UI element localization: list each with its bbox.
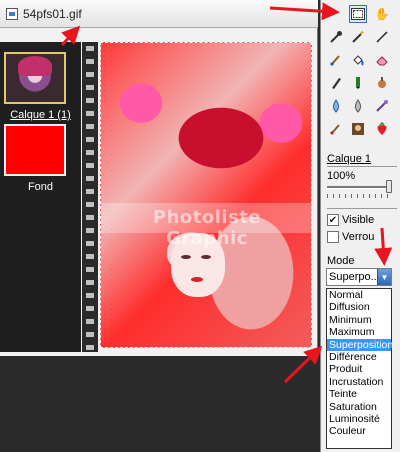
mode-option[interactable]: Superposition xyxy=(327,338,393,351)
mode-option[interactable]: Incrustation xyxy=(327,376,391,388)
strawberry-icon[interactable] xyxy=(373,120,391,138)
tools-panel: ✋ xyxy=(320,0,400,150)
opacity-value: 100% xyxy=(327,170,356,182)
mode-options-list[interactable]: Normal Diffusion Minimum Maximum Superpositi… xyxy=(326,288,393,449)
mode-option[interactable]: Minimum xyxy=(327,314,391,326)
document-title: 54pfs01.gif xyxy=(23,7,82,21)
visible-label: Visible xyxy=(342,214,375,226)
marker-icon[interactable] xyxy=(349,74,367,92)
opacity-slider-thumb[interactable] xyxy=(386,180,392,193)
brush2-icon[interactable] xyxy=(327,120,345,138)
drop-icon[interactable] xyxy=(327,97,345,115)
mode-option[interactable]: Luminosité xyxy=(327,413,391,425)
visible-checkbox[interactable]: ✔ xyxy=(327,214,339,226)
document-icon xyxy=(6,8,18,20)
lock-label: Verrou xyxy=(342,231,375,243)
layer-thumbnail-fond[interactable] xyxy=(4,124,66,176)
magic-wand-icon[interactable] xyxy=(349,28,367,46)
burn-icon[interactable] xyxy=(373,97,391,115)
lock-checkbox-row[interactable]: Verrou xyxy=(327,231,374,243)
layer-properties-panel: Calque 1 100% ✔ Visible Verrou Mode Supe… xyxy=(320,150,400,452)
layer-name-label: Calque 1 xyxy=(327,153,372,165)
mode-dropdown-value: Superpo... xyxy=(329,271,380,283)
document-window: 54pfs01.gif Calque 1 (1) Fond Photoliste… xyxy=(0,0,318,356)
fill-icon[interactable] xyxy=(349,51,367,69)
mode-option[interactable]: Teinte xyxy=(327,388,391,400)
mode-option[interactable]: Saturation xyxy=(327,401,391,413)
visible-checkbox-row[interactable]: ✔ Visible xyxy=(327,214,374,226)
mode-option[interactable]: Produit xyxy=(327,363,391,375)
watermark-text: Photoliste Graphic xyxy=(152,207,262,249)
mode-option[interactable]: Maximum xyxy=(327,326,391,338)
layers-strip: Calque 1 (1) Fond xyxy=(0,42,81,352)
mode-option[interactable]: Couleur xyxy=(327,425,391,437)
mode-dropdown[interactable]: Superpo... ▼ xyxy=(326,268,392,286)
eraser-icon[interactable] xyxy=(373,51,391,69)
smudge-icon[interactable] xyxy=(373,74,391,92)
mode-option[interactable]: Normal xyxy=(327,289,391,301)
layer-thumbnail-calque-1[interactable] xyxy=(4,52,66,104)
portrait-icon[interactable] xyxy=(349,120,367,138)
divider xyxy=(327,208,397,209)
layer-label-fond[interactable]: Fond xyxy=(0,181,81,193)
opacity-slider-ticks xyxy=(327,194,389,198)
document-titlebar: 54pfs01.gif xyxy=(0,0,318,28)
brush-icon[interactable] xyxy=(327,51,345,69)
chevron-down-icon[interactable]: ▼ xyxy=(377,269,391,285)
opacity-slider-track[interactable] xyxy=(327,186,389,189)
layer-label-calque-1[interactable]: Calque 1 (1) xyxy=(0,109,81,121)
line-icon[interactable] xyxy=(373,28,391,46)
mode-label: Mode xyxy=(327,255,355,267)
hand-icon[interactable]: ✋ xyxy=(373,5,391,23)
mode-option[interactable]: Différence xyxy=(327,351,391,363)
tint-icon[interactable] xyxy=(349,97,367,115)
divider xyxy=(327,166,397,167)
pen-icon[interactable] xyxy=(327,74,345,92)
eyedropper-icon[interactable] xyxy=(327,28,345,46)
mode-option[interactable]: Diffusion xyxy=(327,301,391,313)
image-canvas[interactable]: Photoliste Graphic xyxy=(100,42,312,348)
filmstrip-divider xyxy=(82,42,98,352)
select-layer-icon[interactable] xyxy=(349,5,367,23)
lock-checkbox[interactable] xyxy=(327,231,339,243)
